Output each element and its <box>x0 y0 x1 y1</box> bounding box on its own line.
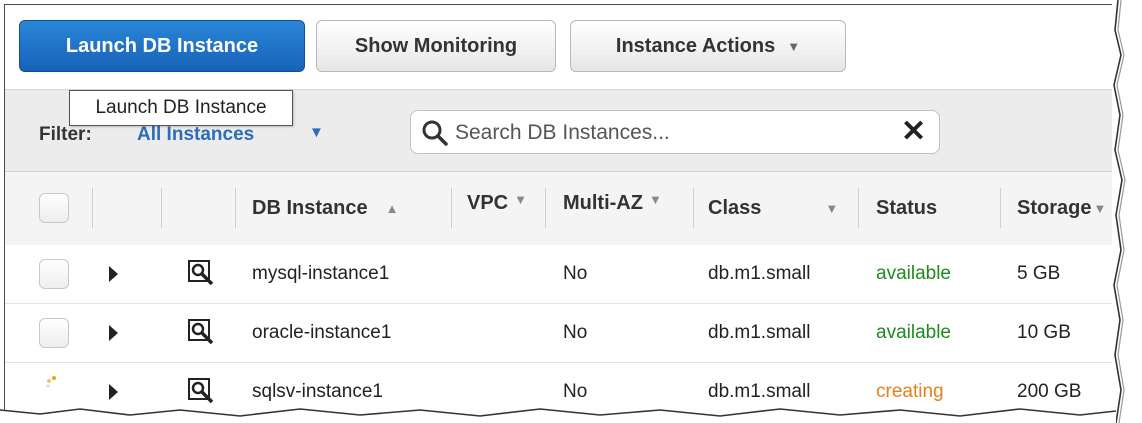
column-divider <box>161 188 162 228</box>
column-header-label: DB Instance <box>252 197 368 219</box>
rds-console-panel: Launch DB Instance Show Monitoring Insta… <box>4 4 1115 417</box>
launch-button-label: Launch DB Instance <box>65 34 259 57</box>
show-monitoring-button[interactable]: Show Monitoring <box>316 20 556 72</box>
sort-ascending-icon: ▲ <box>385 201 399 216</box>
select-all-checkbox[interactable] <box>39 193 69 223</box>
table-row[interactable]: mysql-instance1 No db.m1.small available… <box>5 245 1115 304</box>
row-checkbox[interactable] <box>39 259 69 289</box>
column-divider <box>1000 188 1001 228</box>
status-value: available <box>876 263 951 284</box>
column-header-multi-az[interactable]: Multi-AZ ▼ <box>563 172 693 245</box>
monitor-button-label: Show Monitoring <box>354 34 518 57</box>
column-divider <box>858 188 859 228</box>
torn-edge-bottom <box>0 408 1117 423</box>
column-header-db-instance[interactable]: DB Instance ▲ <box>252 172 442 245</box>
column-header-label: Status <box>876 197 938 219</box>
sort-icon: ▼ <box>825 201 839 216</box>
details-magnifier-icon[interactable] <box>188 260 214 286</box>
search-placeholder: Search DB Instances... <box>455 121 670 144</box>
expand-arrow-icon[interactable] <box>109 384 118 400</box>
close-icon[interactable]: ✕ <box>901 116 926 148</box>
chevron-down-icon: ▼ <box>787 38 801 54</box>
search-icon <box>422 120 448 146</box>
class-value: db.m1.small <box>708 322 811 343</box>
column-divider <box>545 188 546 228</box>
details-magnifier-icon[interactable] <box>188 319 214 345</box>
filter-dropdown[interactable]: All Instances <box>137 124 254 146</box>
column-header-storage[interactable]: Storage ▼ <box>1017 172 1115 245</box>
column-header-class[interactable]: Class ▼ <box>708 172 858 245</box>
multi-az-value: No <box>563 322 588 343</box>
db-instance-name: mysql-instance1 <box>252 263 390 284</box>
class-value: db.m1.small <box>708 263 811 284</box>
filter-label: Filter: <box>39 124 92 145</box>
loading-spinner-icon <box>46 376 56 388</box>
sort-icon: ▼ <box>648 192 662 207</box>
search-input[interactable]: Search DB Instances... ✕ <box>410 110 940 154</box>
details-magnifier-icon[interactable] <box>188 378 214 404</box>
multi-az-value: No <box>563 263 588 284</box>
toolbar: Launch DB Instance Show Monitoring Insta… <box>5 5 1115 89</box>
table-row[interactable]: oracle-instance1 No db.m1.small availabl… <box>5 304 1115 363</box>
column-divider <box>451 188 452 228</box>
sort-icon: ▼ <box>514 192 527 207</box>
column-divider <box>235 188 236 228</box>
storage-value: 10 GB <box>1017 322 1071 343</box>
chevron-down-icon[interactable]: ▼ <box>309 124 324 141</box>
column-divider <box>92 188 93 228</box>
column-divider <box>693 188 694 228</box>
status-value: available <box>876 322 951 343</box>
expand-arrow-icon[interactable] <box>109 266 118 282</box>
torn-edge-right <box>1112 0 1126 423</box>
column-header-label: Class <box>708 197 762 219</box>
actions-button-label: Instance Actions <box>615 34 776 57</box>
tooltip: Launch DB Instance <box>69 90 293 126</box>
db-instance-name: oracle-instance1 <box>252 322 392 343</box>
column-header-status[interactable]: Status <box>876 172 996 245</box>
column-header-label: Multi-AZ <box>563 192 643 214</box>
instance-actions-dropdown[interactable]: Instance Actions ▼ <box>570 20 846 72</box>
storage-value: 5 GB <box>1017 263 1061 284</box>
launch-db-instance-button[interactable]: Launch DB Instance <box>19 20 305 72</box>
column-header-label: Storage <box>1017 197 1092 219</box>
row-checkbox[interactable] <box>39 318 69 348</box>
sort-icon: ▼ <box>1093 201 1107 216</box>
table-header: DB Instance ▲ VPC ▼ Multi-AZ ▼ Class ▼ S… <box>5 171 1115 246</box>
column-header-label: VPC <box>467 192 509 214</box>
column-header-vpc[interactable]: VPC ▼ <box>467 172 547 245</box>
tooltip-text: Launch DB Instance <box>95 97 267 118</box>
expand-arrow-icon[interactable] <box>109 325 118 341</box>
